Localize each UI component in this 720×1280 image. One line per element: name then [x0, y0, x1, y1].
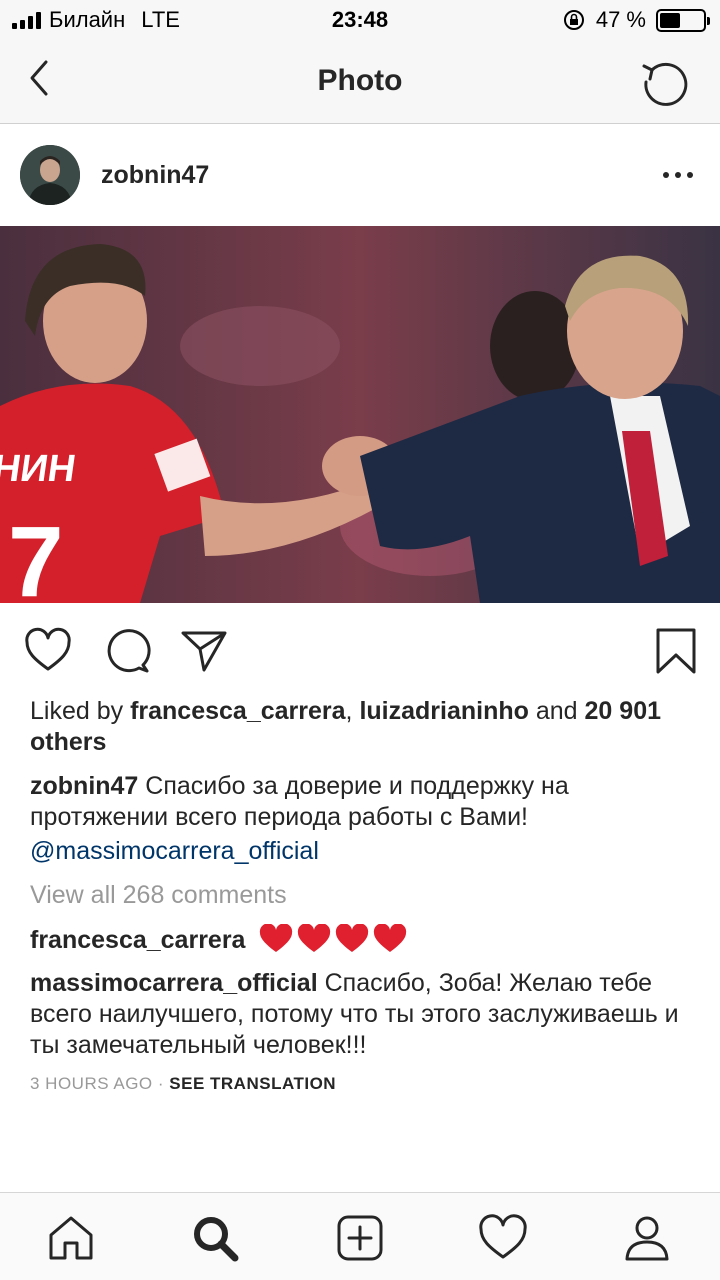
battery-icon [656, 8, 710, 32]
like-heart-icon[interactable] [24, 627, 72, 675]
page-title: Photo [317, 64, 403, 97]
heart-emoji-icon [298, 923, 331, 952]
caption-author[interactable]: zobnin47 [30, 772, 138, 800]
post-time: 3 HOURS AGO [30, 1074, 153, 1093]
comment-author[interactable]: francesca_carrera [30, 926, 245, 954]
post-meta: 3 HOURS AGO · SEE TRANSLATION [30, 1074, 336, 1094]
liker-link[interactable]: francesca_carrera [130, 697, 345, 725]
likes-prefix: Liked by [30, 697, 124, 725]
post-header: zobnin47 [0, 125, 720, 226]
svg-text:7: 7 [8, 506, 64, 603]
orientation-lock-icon [563, 10, 584, 30]
post-actions [0, 603, 720, 693]
heart-emoji-icon [336, 923, 369, 952]
refresh-icon[interactable] [638, 54, 694, 110]
post-caption: zobnin47 Спасибо за доверие и поддержку … [30, 771, 690, 833]
meta-dot: · [157, 1074, 165, 1093]
see-translation-link[interactable]: SEE TRANSLATION [169, 1074, 336, 1093]
more-horizontal-icon[interactable] [662, 165, 694, 185]
heart-emoji-icon [260, 923, 293, 952]
heart-emoji-icon [374, 923, 407, 952]
battery-percent: 47 % [595, 7, 646, 32]
likes-summary: Liked by francesca_carrera, luizadrianin… [30, 696, 690, 758]
comment-item: francesca_carrera [30, 923, 690, 962]
profile-icon[interactable] [622, 1213, 672, 1263]
avatar[interactable] [20, 145, 80, 205]
post-photo[interactable]: БНИН 7 [0, 226, 720, 603]
comment-icon[interactable] [103, 627, 151, 675]
bottom-tab-bar [0, 1192, 720, 1280]
post-username[interactable]: zobnin47 [101, 161, 209, 190]
status-bar: Билайн LTE 23:48 47 % [0, 0, 720, 40]
share-icon[interactable] [180, 627, 228, 675]
likes-separator: , [345, 697, 353, 725]
likes-joiner: and [535, 697, 578, 725]
comment-item: massimocarrera_official Спасибо, Зоба! Ж… [30, 968, 690, 1061]
liker-link[interactable]: luizadrianinho [359, 697, 528, 725]
activity-heart-icon[interactable] [478, 1213, 528, 1263]
caption-mention[interactable]: @massimocarrera_official [30, 836, 690, 867]
search-icon[interactable] [190, 1213, 240, 1263]
svg-text:БНИН: БНИН [0, 447, 78, 490]
comment-author[interactable]: massimocarrera_official [30, 969, 318, 997]
add-post-icon[interactable] [335, 1213, 385, 1263]
home-icon[interactable] [46, 1213, 96, 1263]
navigation-bar: Photo [0, 40, 720, 124]
heart-emojis-icon [258, 923, 408, 962]
bookmark-icon[interactable] [652, 627, 700, 675]
view-all-comments[interactable]: View all 268 comments [30, 880, 690, 911]
